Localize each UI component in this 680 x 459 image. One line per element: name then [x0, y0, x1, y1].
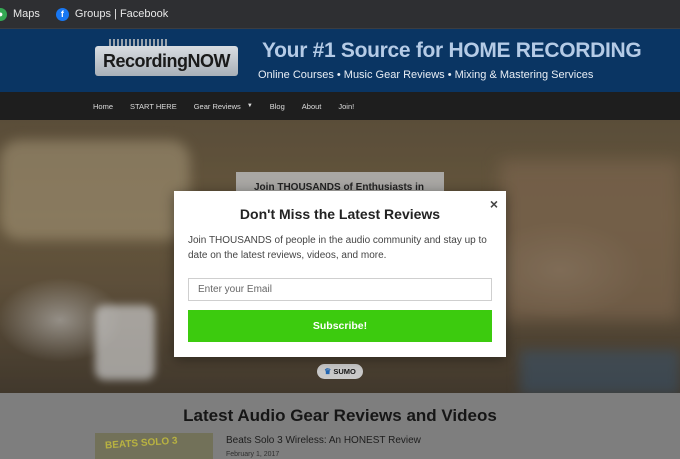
modal-title: Don't Miss the Latest Reviews [239, 206, 441, 222]
section-title: Latest Audio Gear Reviews and Videos [183, 406, 497, 425]
bookmark-maps[interactable]: ● Maps [0, 7, 40, 21]
subscribe-button[interactable]: Subscribe! [188, 310, 492, 342]
bookmarks-bar: ● Maps f Groups | Facebook [0, 0, 680, 29]
nav-about[interactable]: About [302, 102, 322, 111]
crown-icon: ♛ [324, 367, 332, 376]
post-title-link[interactable]: Beats Solo 3 Wireless: An HONEST Review [226, 435, 421, 446]
site-tagline: Your #1 Source for HOME RECORDING [262, 39, 642, 62]
nav-label: Gear Reviews [193, 101, 241, 111]
nav-start-here[interactable]: START HERE [130, 102, 177, 111]
bookmark-label: Maps [13, 8, 40, 20]
sumo-label: SUMO [333, 367, 356, 376]
nav-join[interactable]: Join! [338, 102, 354, 111]
nav-blog[interactable]: Blog [270, 102, 285, 111]
caret-down-icon: ▼ [246, 103, 253, 109]
email-field[interactable] [188, 278, 492, 301]
nav-label: START HERE [130, 101, 177, 111]
site-logo[interactable]: RecordingNOW [95, 39, 238, 76]
main-nav: Home START HERE Gear Reviews ▼ Blog About… [0, 92, 680, 120]
reviews-section: Latest Audio Gear Reviews and Videos BEA… [0, 393, 680, 459]
facebook-icon: f [55, 7, 69, 21]
subscribe-modal: × Don't Miss the Latest Reviews Join THO… [174, 191, 506, 357]
waveform-icon [109, 39, 169, 46]
thumbnail-text: BEATS SOLO 3 [104, 435, 178, 452]
nav-label: Join! [338, 101, 355, 111]
hero-image-region [95, 305, 155, 380]
nav-label: About [301, 101, 322, 111]
bookmark-facebook[interactable]: f Groups | Facebook [55, 7, 169, 21]
hero-image-region [500, 160, 680, 320]
hero-image-region [520, 350, 680, 393]
post-date: February 1, 2017 [226, 451, 280, 458]
modal-description: Join THOUSANDS of people in the audio co… [188, 235, 487, 261]
maps-icon: ● [0, 7, 7, 21]
bookmark-label: Groups | Facebook [74, 8, 169, 20]
logo-text: RecordingNOW [103, 50, 231, 71]
nav-label: Blog [269, 101, 285, 111]
hero-image-region [0, 140, 190, 240]
nav-home[interactable]: Home [93, 102, 113, 111]
nav-gear-reviews[interactable]: Gear Reviews ▼ [194, 102, 253, 111]
site-subtagline: Online Courses • Music Gear Reviews • Mi… [258, 69, 594, 81]
nav-label: Home [93, 101, 114, 111]
post-thumbnail[interactable]: BEATS SOLO 3 [95, 433, 213, 459]
sumo-badge[interactable]: ♛ SUMO [317, 364, 363, 379]
